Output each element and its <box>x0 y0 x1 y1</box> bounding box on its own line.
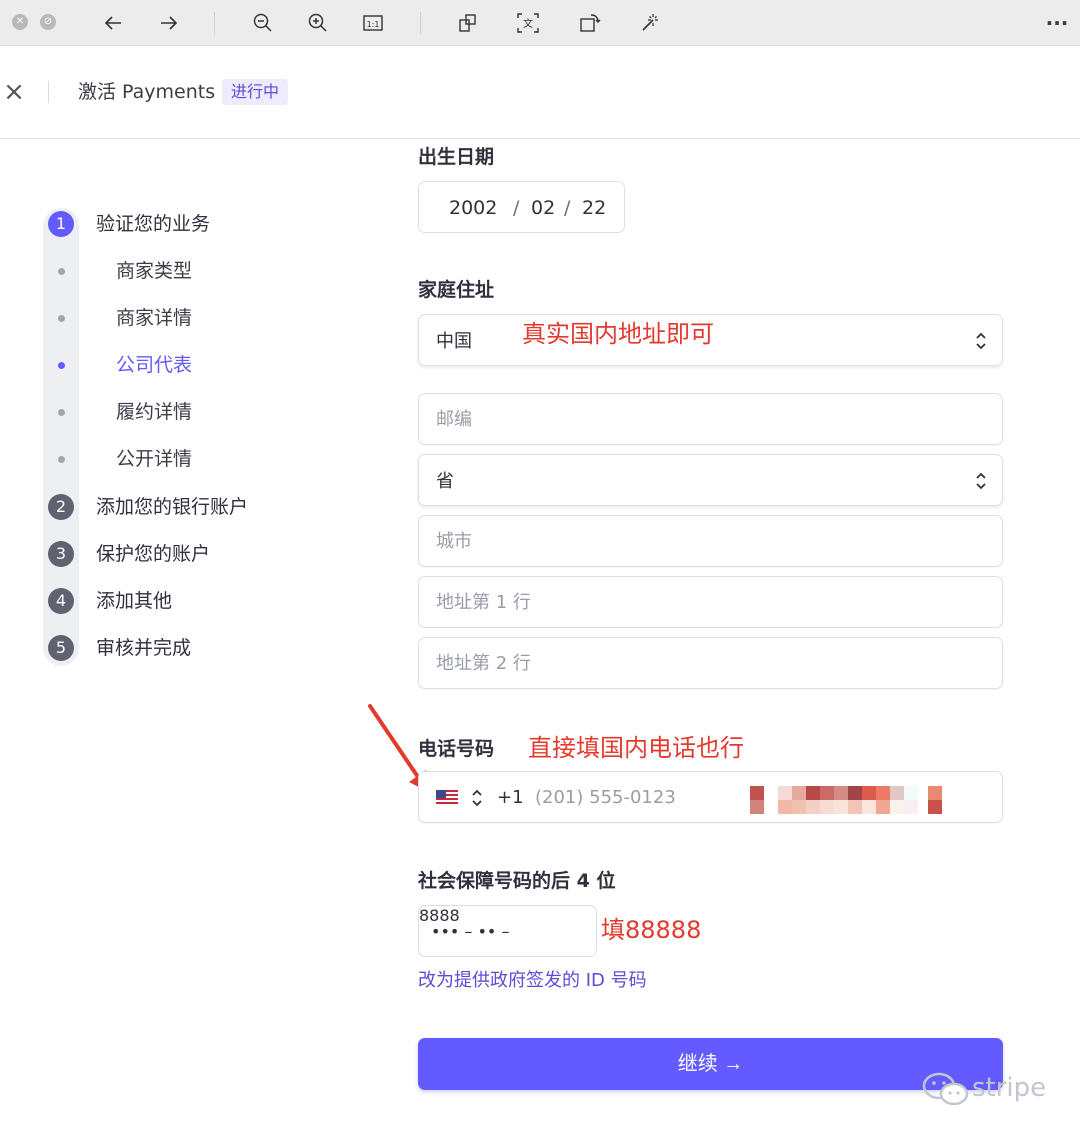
page-title: 激活 Payments <box>78 81 216 103</box>
step-number-2: 2 <box>48 494 74 520</box>
back-arrow-icon[interactable] <box>100 10 126 36</box>
annotation-address-note: 真实国内地址即可 <box>522 320 714 348</box>
country-code: +1 <box>497 787 524 808</box>
zoom-out-icon[interactable] <box>250 10 276 36</box>
close-circle-icon[interactable]: ✕ <box>12 14 28 30</box>
magic-wand-icon[interactable] <box>637 10 663 36</box>
dob-separator: / <box>513 197 520 219</box>
dob-month[interactable]: 02 <box>531 195 555 221</box>
postal-code-placeholder: 邮编 <box>436 409 472 430</box>
province-value: 省 <box>436 471 454 492</box>
step-add-bank-account[interactable]: 添加您的银行账户 <box>96 494 248 520</box>
provide-id-number-link[interactable]: 改为提供政府签发的 ID 号码 <box>418 968 647 994</box>
province-select[interactable]: 省 <box>418 454 1003 506</box>
annotation-ssn-note: 填88888 <box>601 916 702 944</box>
chevron-updown-icon[interactable] <box>471 788 483 808</box>
dob-year[interactable]: 2002 <box>449 195 497 221</box>
step-number-4: 4 <box>48 588 74 614</box>
wechat-icon <box>922 1072 969 1106</box>
phone-label: 电话号码 <box>418 738 495 760</box>
step-add-other[interactable]: 添加其他 <box>96 588 172 614</box>
step-number-5: 5 <box>48 635 74 661</box>
step-verify-business[interactable]: 验证您的业务 <box>96 211 210 237</box>
city-placeholder: 城市 <box>436 531 472 552</box>
actual-size-icon[interactable]: 1:1 <box>360 10 386 36</box>
dob-separator: / <box>564 197 571 219</box>
ssn-label: 社会保障号码的后 4 位 <box>418 870 616 892</box>
substep-dot <box>58 456 65 463</box>
chevron-updown-icon <box>976 472 986 490</box>
ssn-last4-input[interactable]: ••• – •• – 8888 <box>418 905 597 957</box>
substep-company-representative[interactable]: 公司代表 <box>116 352 192 378</box>
address-line2-input[interactable]: 地址第 2 行 <box>418 637 1003 689</box>
translate-icon[interactable]: 文 <box>515 10 541 36</box>
us-flag-icon[interactable] <box>436 790 458 806</box>
status-badge: 进行中 <box>222 79 289 105</box>
substep-business-details[interactable]: 商家详情 <box>116 305 192 331</box>
header-divider <box>48 81 49 103</box>
postal-code-input[interactable]: 邮编 <box>418 393 1003 445</box>
watermark-text: stripe <box>972 1073 1047 1103</box>
phone-placeholder: (201) 555-0123 <box>535 787 676 808</box>
substep-fulfillment-details[interactable]: 履约详情 <box>116 399 192 425</box>
wechat-watermark: stripe <box>922 1066 1052 1110</box>
substep-dot-active <box>58 362 65 369</box>
substep-dot <box>58 315 65 322</box>
address-label: 家庭住址 <box>418 279 495 301</box>
toolbar-divider <box>214 12 215 34</box>
annotation-phone-note: 直接填国内电话也行 <box>528 734 744 762</box>
rotate-icon[interactable] <box>577 10 603 36</box>
stop-circle-icon[interactable]: ⊘ <box>40 14 56 30</box>
substep-public-details[interactable]: 公开详情 <box>116 446 192 472</box>
ssn-mask: ••• – •• – <box>431 922 510 941</box>
city-input[interactable]: 城市 <box>418 515 1003 567</box>
dob-field[interactable]: 2002 / 02 / 22 <box>418 181 625 233</box>
chevron-updown-icon <box>976 332 986 350</box>
zoom-in-icon[interactable] <box>305 10 331 36</box>
address-line1-placeholder: 地址第 1 行 <box>436 592 531 613</box>
step-number-3: 3 <box>48 541 74 567</box>
country-value: 中国 <box>436 331 472 352</box>
substep-business-type[interactable]: 商家类型 <box>116 258 192 284</box>
redacted-phone-mosaic <box>750 786 944 814</box>
substep-dot <box>58 409 65 416</box>
step-review-finish[interactable]: 审核并完成 <box>96 635 191 661</box>
dob-day[interactable]: 22 <box>582 195 606 221</box>
substep-dot <box>58 268 65 275</box>
screenshot-icon[interactable] <box>455 10 481 36</box>
continue-button[interactable]: 继续 → <box>418 1038 1003 1090</box>
address-line1-input[interactable]: 地址第 1 行 <box>418 576 1003 628</box>
more-icon[interactable]: ··· <box>1044 10 1070 36</box>
step-secure-account[interactable]: 保护您的账户 <box>96 541 210 567</box>
page-header: × 激活 Payments 进行中 <box>0 47 1080 139</box>
step-number-1: 1 <box>48 211 74 237</box>
dob-label: 出生日期 <box>418 146 495 168</box>
forward-arrow-icon[interactable] <box>156 10 182 36</box>
svg-text:1:1: 1:1 <box>367 20 380 29</box>
toolbar-divider <box>420 12 421 34</box>
browser-toolbar: ✕ ⊘ 1:1 文 ··· <box>0 0 1080 46</box>
close-icon[interactable]: × <box>0 77 28 107</box>
svg-text:文: 文 <box>523 17 533 30</box>
address-line2-placeholder: 地址第 2 行 <box>436 653 531 674</box>
